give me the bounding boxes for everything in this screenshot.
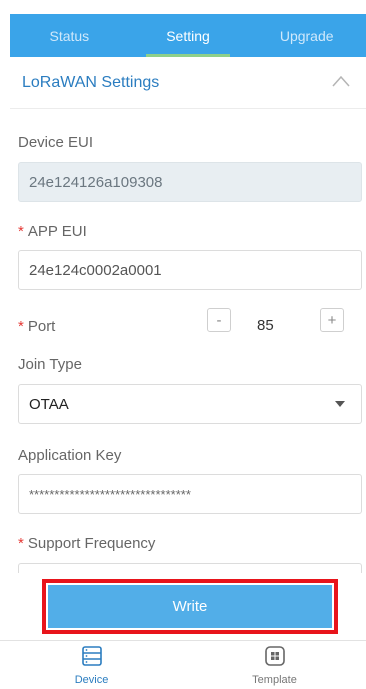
lorawan-section-header[interactable]: LoRaWAN Settings	[10, 57, 366, 109]
required-mark: *	[18, 318, 24, 335]
support-frequency-select[interactable]	[18, 563, 362, 573]
write-button[interactable]: Write	[48, 585, 332, 628]
join-type-label: Join Type	[18, 356, 82, 373]
application-key-value: ********************************	[29, 486, 191, 502]
tab-upgrade[interactable]: Upgrade	[247, 14, 366, 57]
nav-device-label: Device	[74, 673, 109, 686]
app-eui-value: 24e124c0002a0001	[29, 261, 162, 279]
port-label: * Port	[18, 318, 55, 335]
chevron-down-icon	[335, 401, 345, 407]
device-eui-value: 24e124126a109308	[29, 173, 163, 191]
chevron-up-icon[interactable]	[332, 75, 350, 91]
support-frequency-label-text: Support Frequency	[27, 535, 156, 552]
port-value[interactable]: 85	[257, 317, 274, 334]
device-eui-label: Device EUI	[18, 134, 94, 151]
tab-setting[interactable]: Setting	[129, 14, 248, 57]
join-type-value: OTAA	[29, 395, 69, 413]
device-eui-field: 24e124126a109308	[18, 162, 362, 202]
app-eui-label-text: APP EUI	[27, 223, 87, 240]
tab-bar: Status Setting Upgrade	[10, 14, 366, 57]
write-area: Write	[0, 574, 366, 640]
template-grid-icon	[264, 645, 286, 672]
required-mark: *	[18, 223, 24, 240]
application-key-input[interactable]: ********************************	[18, 474, 362, 514]
bottom-nav: Device Template	[0, 640, 366, 689]
section-title: LoRaWAN Settings	[22, 73, 160, 91]
top-strip	[0, 0, 366, 14]
device-list-icon	[81, 645, 103, 672]
required-mark: *	[18, 535, 24, 552]
port-increment-button[interactable]: +	[320, 308, 344, 332]
support-frequency-label: * Support Frequency	[18, 535, 155, 552]
port-decrement-button[interactable]: -	[207, 308, 231, 332]
app-eui-label: * APP EUI	[18, 223, 87, 240]
port-label-text: Port	[27, 318, 56, 335]
join-type-select[interactable]: OTAA	[18, 384, 362, 424]
app-eui-input[interactable]: 24e124c0002a0001	[18, 250, 362, 290]
nav-template[interactable]: Template	[183, 641, 366, 689]
nav-device[interactable]: Device	[0, 641, 183, 689]
application-key-label: Application Key	[18, 447, 122, 464]
nav-template-label: Template	[252, 673, 297, 686]
tab-status[interactable]: Status	[10, 14, 129, 57]
